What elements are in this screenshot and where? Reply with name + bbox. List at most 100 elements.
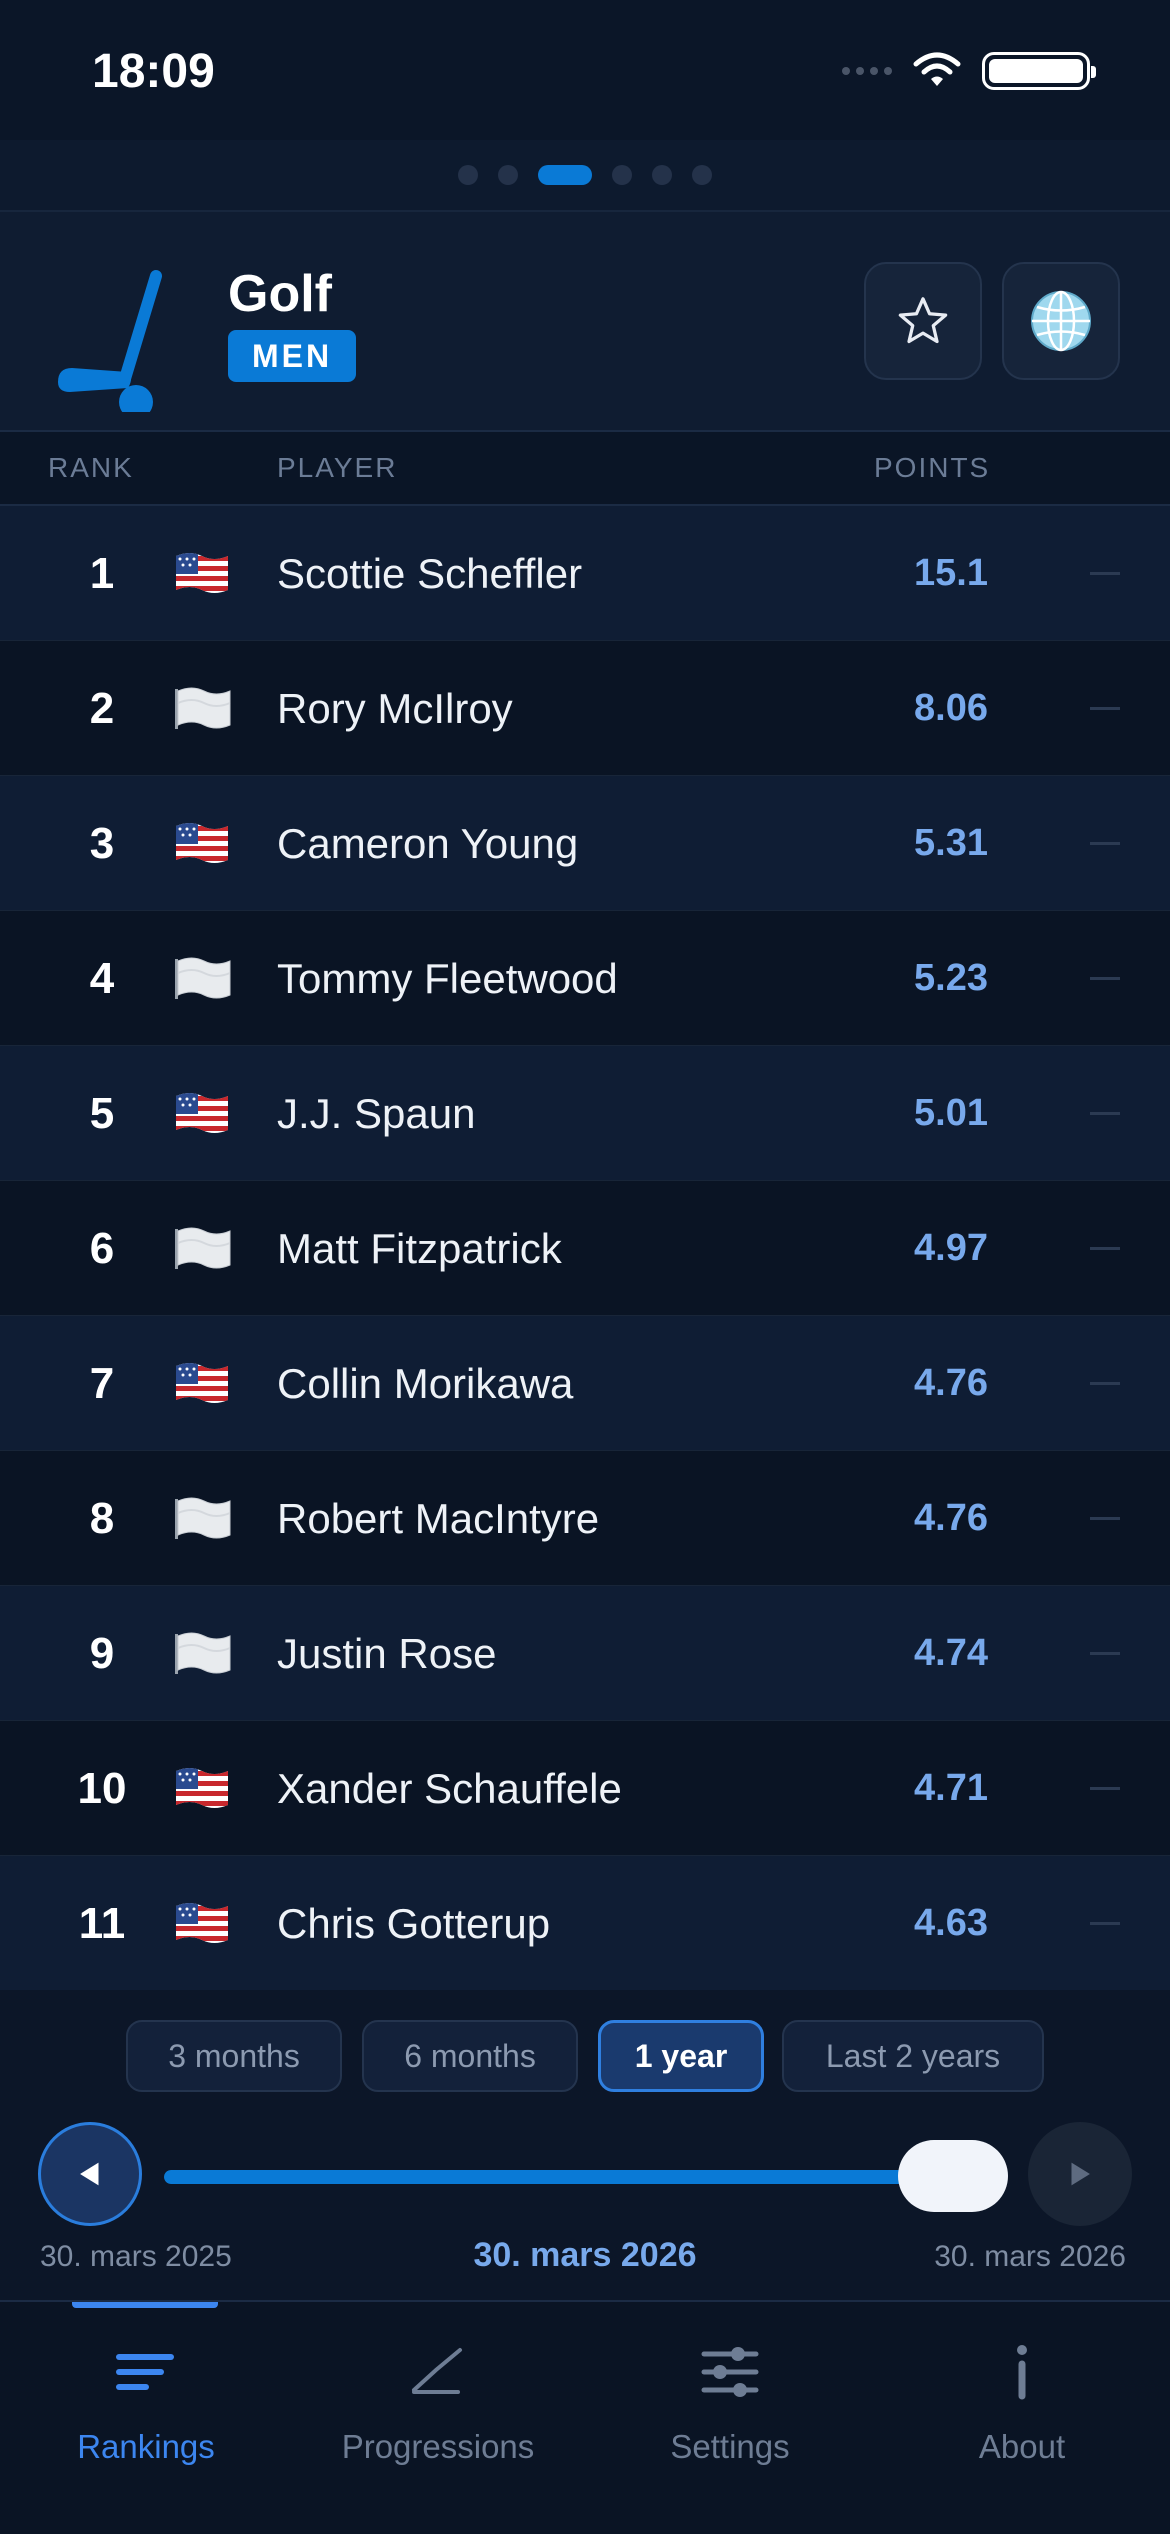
rank-number: 7: [89, 1358, 115, 1408]
table-row[interactable]: 9 Justin Rose 4.74: [0, 1586, 1170, 1721]
rank-number: 8: [89, 1493, 115, 1543]
play-left-icon: [80, 2162, 99, 2186]
table-row[interactable]: 10 Xander Schauffele 4.71: [0, 1721, 1170, 1856]
rank-number: 5: [89, 1088, 115, 1138]
previous-date-button[interactable]: [38, 2122, 142, 2226]
range-option-button[interactable]: Last 2 years: [782, 2020, 1044, 2092]
trend-dash: [1090, 1517, 1120, 1520]
tab-rankings[interactable]: Rankings: [0, 2302, 292, 2534]
white-flag-icon: [172, 1630, 232, 1676]
player-name: Collin Morikawa: [277, 1359, 574, 1407]
rankings-list[interactable]: 1 Scottie Scheffler 15.1 2 Rory McIlroy 8.06 3…: [0, 506, 1170, 1991]
info-icon: [1017, 2345, 1027, 2400]
player-name: Tommy Fleetwood: [277, 954, 618, 1002]
wifi-icon: [913, 52, 961, 86]
rankings-icon: [116, 2354, 174, 2390]
tab-label: Progressions: [341, 2428, 535, 2465]
points-value: 4.71: [914, 1767, 988, 1809]
time-range-panel: 3 months 6 months 1 year Last 2 years 30. m…: [0, 1990, 1170, 2300]
player-name: Rory McIlroy: [277, 684, 513, 732]
points-value: 4.74: [914, 1632, 988, 1674]
rank-number: 6: [89, 1223, 115, 1273]
play-right-icon: [1071, 2162, 1090, 2186]
trend-dash: [1090, 707, 1120, 710]
star-icon: [898, 297, 948, 344]
settings-sliders-icon: [701, 2347, 759, 2397]
table-row[interactable]: 4 Tommy Fleetwood 5.23: [0, 911, 1170, 1046]
points-value: 4.76: [914, 1497, 988, 1539]
table-row[interactable]: 5 J.J. Spaun 5.01: [0, 1046, 1170, 1181]
points-value: 5.31: [914, 822, 988, 864]
page-dot[interactable]: [458, 165, 478, 185]
us-flag-icon: [172, 1900, 232, 1946]
range-option-button[interactable]: 3 months: [126, 2020, 342, 2092]
tab-settings[interactable]: Settings: [584, 2302, 876, 2534]
rank-number: 11: [78, 1898, 126, 1948]
points-value: 5.23: [914, 957, 988, 999]
date-slider-fill: [164, 2170, 1006, 2184]
page-title: Golf: [228, 265, 332, 323]
rank-number: 2: [89, 683, 115, 733]
table-row[interactable]: 7 Collin Morikawa 4.76: [0, 1316, 1170, 1451]
status-icons: [842, 52, 1096, 90]
table-row[interactable]: 6 Matt Fitzpatrick 4.97: [0, 1181, 1170, 1316]
page-dot[interactable]: [612, 165, 632, 185]
status-time: 18:09: [92, 45, 215, 98]
trend-dash: [1090, 1787, 1120, 1790]
trend-dash: [1090, 842, 1120, 845]
signal-dots-icon: [842, 67, 892, 75]
category-badge: MEN: [228, 330, 356, 382]
player-name: Chris Gotterup: [277, 1899, 551, 1947]
player-name: Justin Rose: [277, 1629, 497, 1677]
table-row[interactable]: 11 Chris Gotterup 4.63: [0, 1856, 1170, 1991]
rank-number: 10: [77, 1763, 127, 1813]
us-flag-icon: [172, 1360, 232, 1406]
tab-label: Rankings: [77, 2428, 215, 2465]
tab-label: About: [978, 2428, 1066, 2465]
trend-dash: [1090, 1652, 1120, 1655]
player-name: Matt Fitzpatrick: [277, 1224, 562, 1272]
points-value: 4.63: [914, 1902, 988, 1944]
table-header: RANK PLAYER POINTS: [0, 432, 1170, 506]
battery-icon: [982, 52, 1096, 90]
active-tab-indicator: [72, 2302, 218, 2308]
date-slider-track[interactable]: [164, 2170, 1006, 2184]
tab-label: Settings: [670, 2428, 790, 2465]
rank-number: 4: [89, 953, 115, 1003]
white-flag-icon: [172, 1225, 232, 1271]
tab-about[interactable]: About: [876, 2302, 1168, 2534]
globe-icon: [1031, 290, 1091, 352]
tab-progressions[interactable]: Progressions: [292, 2302, 584, 2534]
page-indicator[interactable]: [0, 140, 1170, 212]
range-option-button[interactable]: 6 months: [362, 2020, 578, 2092]
golf-club-icon: [58, 270, 162, 412]
favorite-button[interactable]: [864, 262, 982, 380]
next-date-button[interactable]: [1028, 2122, 1132, 2226]
date-slider-thumb[interactable]: [898, 2140, 1008, 2212]
range-option-button[interactable]: 1 year: [598, 2020, 764, 2092]
page-dot[interactable]: [538, 165, 592, 185]
sport-header: Golf MEN: [0, 212, 1170, 432]
rank-number: 9: [89, 1628, 115, 1678]
trend-dash: [1090, 1382, 1120, 1385]
tab-bar: Rankings Progressions Settings About: [0, 2300, 1170, 2534]
page-dot[interactable]: [498, 165, 518, 185]
rank-column-header: RANK: [48, 452, 134, 483]
us-flag-icon: [172, 1765, 232, 1811]
page-dot[interactable]: [652, 165, 672, 185]
table-row[interactable]: 2 Rory McIlroy 8.06: [0, 641, 1170, 776]
rank-number: 3: [89, 818, 115, 868]
table-row[interactable]: 8 Robert MacIntyre 4.76: [0, 1451, 1170, 1586]
table-row[interactable]: 3 Cameron Young 5.31: [0, 776, 1170, 911]
us-flag-icon: [172, 1090, 232, 1136]
player-name: Scottie Scheffler: [277, 549, 583, 597]
trend-dash: [1090, 1247, 1120, 1250]
region-button[interactable]: [1002, 262, 1120, 380]
page-dot[interactable]: [692, 165, 712, 185]
trend-dash: [1090, 1112, 1120, 1115]
player-name: J.J. Spaun: [277, 1089, 476, 1137]
table-row[interactable]: 1 Scottie Scheffler 15.1: [0, 506, 1170, 641]
rank-number: 1: [89, 548, 115, 598]
white-flag-icon: [172, 955, 232, 1001]
us-flag-icon: [172, 820, 232, 866]
